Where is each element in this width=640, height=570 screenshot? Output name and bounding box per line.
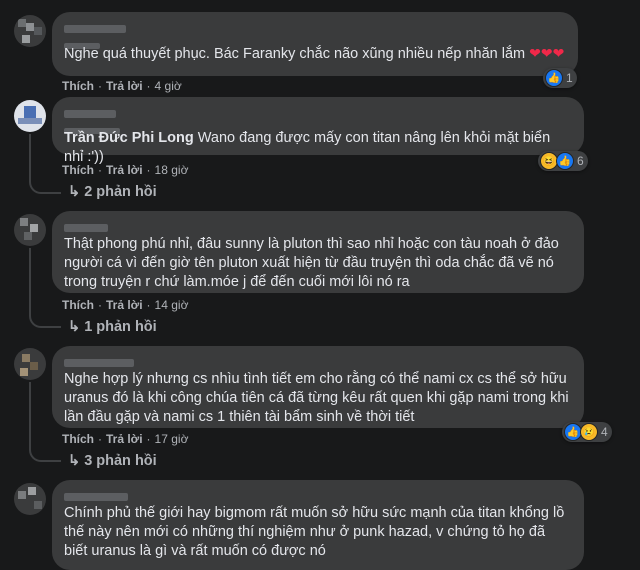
comment-3-timestamp[interactable]: 14 giờ [155,298,189,312]
like-icon: 👍 [545,69,563,87]
comment-3-view-replies[interactable]: ↳ 1 phản hồi [68,319,157,335]
comment-1-reply-button[interactable]: Trả lời [106,79,143,93]
comment-2-avatar[interactable] [14,100,46,132]
comment-3-actions: Thích · Trả lời · 14 giờ [62,298,189,312]
like-icon: 👍 [556,152,574,170]
comment-2-text: Trần Đức Phi Long Wano đang được mấy con… [64,130,551,165]
sad-icon: 😢 [580,423,598,441]
comment-5-avatar[interactable] [14,483,46,515]
comment-1-reactions[interactable]: 👍 1 [543,68,577,88]
comment-5-bubble: Chính phủ thế giới hay bigmom rất muốn s… [52,480,584,570]
comment-2-reactions[interactable]: 😆 👍 6 [538,151,588,171]
comment-4-timestamp[interactable]: 17 giờ [155,432,189,446]
reply-arrow-icon: ↳ [68,184,85,200]
comment-4-reactions[interactable]: 👍 😢 4 [562,422,612,442]
comment-1-timestamp[interactable]: 4 giờ [155,79,182,93]
comment-5-author[interactable] [64,488,572,504]
comment-4-view-replies[interactable]: ↳ 3 phản hồi [68,453,157,469]
comment-4-actions: Thích · Trả lời · 17 giờ [62,432,189,446]
comment-1-text: Nghe quá thuyết phục. Bác Faranky chắc n… [64,45,565,62]
comment-2-view-replies[interactable]: ↳ 2 phản hồi [68,184,157,200]
comment-4-avatar[interactable] [14,348,46,380]
comment-1-author[interactable] [64,20,566,36]
comment-1-like-button[interactable]: Thích [62,79,94,93]
comment-2-author[interactable] [64,105,572,121]
comment-3-reply-button[interactable]: Trả lời [106,298,143,312]
comment-2-reply-button[interactable]: Trả lời [106,163,143,177]
comment-2-bubble: Trần Đức Phi Long Wano đang được mấy con… [52,97,584,165]
comment-3-avatar[interactable] [14,214,46,246]
comment-4-text: Nghe hợp lý nhưng cs nhìu tình tiết em c… [64,371,569,425]
comment-5-text: Chính phủ thế giới hay bigmom rất muốn s… [64,505,565,559]
comment-3-bubble: Thật phong phú nhỉ, đâu sunny là pluton … [52,211,584,293]
comment-1-bubble: Nghe quá thuyết phục. Bác Faranky chắc n… [52,12,578,76]
comment-4-reply-button[interactable]: Trả lời [106,432,143,446]
comment-2-timestamp[interactable]: 18 giờ [155,163,189,177]
comment-1-actions: Thích · Trả lời · 4 giờ [62,79,182,93]
heart-icon: ❤❤❤ [529,45,565,61]
comment-4-bubble: Nghe hợp lý nhưng cs nhìu tình tiết em c… [52,346,584,428]
comment-2-actions: Thích · Trả lời · 18 giờ [62,163,189,177]
reply-arrow-icon: ↳ [68,319,85,335]
comment-3-text: Thật phong phú nhỉ, đâu sunny là pluton … [64,236,559,290]
comment-3-like-button[interactable]: Thích [62,298,94,312]
comment-4-author[interactable] [64,354,572,370]
reply-arrow-icon: ↳ [68,453,85,469]
comment-1-avatar[interactable] [14,15,46,47]
comment-2-mention[interactable]: Trần Đức Phi Long [64,130,194,146]
comment-2-like-button[interactable]: Thích [62,163,94,177]
comment-3-author[interactable] [64,219,572,235]
comment-4-like-button[interactable]: Thích [62,432,94,446]
